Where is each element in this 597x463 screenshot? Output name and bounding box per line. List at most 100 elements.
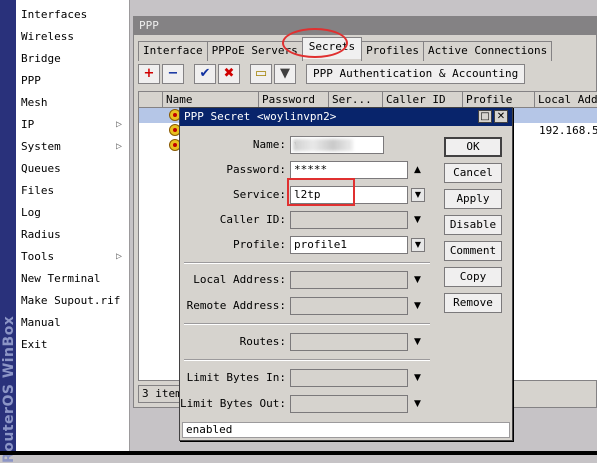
collapse-up-icon[interactable]: ▲ xyxy=(414,161,421,179)
divider xyxy=(184,359,430,361)
sidebar-item-label: Queues xyxy=(21,162,61,175)
password-label: Password: xyxy=(226,163,286,176)
sidebar-item-new-terminal[interactable]: New Terminal xyxy=(16,268,130,290)
comment-button[interactable]: Comment xyxy=(444,241,502,261)
name-row: Name: v xyxy=(180,136,436,154)
expand-down-icon[interactable]: ▼ xyxy=(414,395,421,413)
limit-in-row: Limit Bytes In: ▼ xyxy=(180,369,436,387)
sidebar-item-make-supout[interactable]: Make Supout.rif xyxy=(16,290,130,312)
sidebar-item-queues[interactable]: Queues xyxy=(16,158,130,180)
caller-id-input[interactable] xyxy=(290,211,408,229)
brand-logo: RouterOS WinBox xyxy=(1,315,17,463)
sidebar-item-wireless[interactable]: Wireless xyxy=(16,26,130,48)
ok-button[interactable]: OK xyxy=(444,137,502,157)
apply-button[interactable]: Apply xyxy=(444,189,502,209)
sidebar-item-tools[interactable]: Tools ▷ xyxy=(16,246,130,268)
minus-icon: − xyxy=(167,66,179,81)
restore-button[interactable]: □ xyxy=(478,110,492,123)
comment-button[interactable]: ▭ xyxy=(250,64,272,84)
expand-down-icon[interactable]: ▼ xyxy=(414,271,421,289)
profile-select[interactable]: profile1 xyxy=(290,236,408,254)
service-row: Service: l2tp ▼ xyxy=(180,186,436,204)
dialog-status: enabled xyxy=(182,422,510,438)
sidebar-item-label: Wireless xyxy=(21,30,74,43)
routes-input[interactable] xyxy=(290,333,408,351)
tab-profiles[interactable]: Profiles xyxy=(361,41,425,61)
divider xyxy=(184,262,430,264)
filter-button[interactable]: ▼ xyxy=(274,64,296,84)
expand-down-icon[interactable]: ▼ xyxy=(414,297,421,315)
sidebar-item-label: PPP xyxy=(21,74,41,87)
tab-active-connections[interactable]: Active Connections xyxy=(423,41,553,61)
ppp-toolbar: + − ✔ ✖ ▭ ▼ PPP Authentication & Accounting xyxy=(138,64,527,86)
screen-edge xyxy=(0,451,597,455)
column-header-caller-id[interactable]: Caller ID xyxy=(383,92,463,108)
caller-id-label: Caller ID: xyxy=(219,213,286,226)
column-header-local-address[interactable]: Local Addre xyxy=(535,92,597,108)
sidebar-item-system[interactable]: System ▷ xyxy=(16,136,130,158)
ppp-auth-accounting-button[interactable]: PPP Authentication & Accounting xyxy=(306,64,526,84)
sidebar-item-files[interactable]: Files xyxy=(16,180,130,202)
tab-secrets[interactable]: Secrets xyxy=(301,37,363,59)
routes-label: Routes: xyxy=(239,335,286,348)
column-header-profile[interactable]: Profile xyxy=(463,92,535,108)
dialog-title-bar: PPP Secret <woylinvpn2> □ ✕ xyxy=(180,108,512,126)
cell-local-address: 192.168.5.1 xyxy=(539,124,597,137)
sidebar-item-label: Interfaces xyxy=(21,8,88,21)
service-label: Service: xyxy=(233,188,286,201)
plus-icon: + xyxy=(143,66,155,81)
cancel-button[interactable]: Cancel xyxy=(444,163,502,183)
service-dropdown-icon[interactable]: ▼ xyxy=(411,188,425,202)
column-header-service[interactable]: Ser... xyxy=(329,92,383,108)
sidebar-item-bridge[interactable]: Bridge xyxy=(16,48,130,70)
expand-down-icon[interactable]: ▼ xyxy=(414,333,421,351)
password-input[interactable]: ***** xyxy=(290,161,408,179)
divider xyxy=(184,323,430,325)
sidebar-item-label: Bridge xyxy=(21,52,61,65)
copy-button[interactable]: Copy xyxy=(444,267,502,287)
disable-button[interactable]: ✖ xyxy=(218,64,240,84)
expand-down-icon[interactable]: ▼ xyxy=(414,211,421,229)
expand-down-icon[interactable]: ▼ xyxy=(414,369,421,387)
tab-pppoe-servers[interactable]: PPPoE Servers xyxy=(206,41,303,61)
add-button[interactable]: + xyxy=(138,64,160,84)
disable-button[interactable]: Disable xyxy=(444,215,502,235)
sidebar-item-ip[interactable]: IP ▷ xyxy=(16,114,130,136)
profile-dropdown-icon[interactable]: ▼ xyxy=(411,238,425,252)
remote-address-label: Remote Address: xyxy=(186,299,286,312)
column-header-name[interactable]: Name xyxy=(163,92,259,108)
limit-in-input[interactable] xyxy=(290,369,408,387)
tab-interface[interactable]: Interface xyxy=(138,41,208,61)
note-icon: ▭ xyxy=(254,66,268,81)
x-icon: ✖ xyxy=(223,66,235,81)
sidebar-item-ppp[interactable]: PPP xyxy=(16,70,130,92)
enable-button[interactable]: ✔ xyxy=(194,64,216,84)
sidebar-item-label: New Terminal xyxy=(21,272,101,285)
remove-button[interactable]: Remove xyxy=(444,293,502,313)
limit-out-input[interactable] xyxy=(290,395,408,413)
sidebar-menu: Interfaces Wireless Bridge PPP Mesh IP ▷ … xyxy=(16,4,130,356)
sidebar-item-label: Log xyxy=(21,206,41,219)
close-button[interactable]: ✕ xyxy=(494,110,508,123)
name-label: Name: xyxy=(252,138,286,151)
column-header-flag[interactable] xyxy=(139,92,163,108)
sidebar-item-label: Tools xyxy=(21,250,55,263)
column-header-password[interactable]: Password xyxy=(259,92,329,108)
limit-out-row: Limit Bytes Out: ▼ xyxy=(180,395,436,413)
sidebar-item-interfaces[interactable]: Interfaces xyxy=(16,4,130,26)
filter-icon: ▼ xyxy=(280,66,290,81)
service-select[interactable]: l2tp xyxy=(290,186,408,204)
sidebar-item-label: Make Supout.rif xyxy=(21,294,121,307)
sidebar-item-radius[interactable]: Radius xyxy=(16,224,130,246)
sidebar-item-mesh[interactable]: Mesh xyxy=(16,92,130,114)
close-icon: ✕ xyxy=(496,111,506,122)
sidebar-item-label: Files xyxy=(21,184,55,197)
remove-button[interactable]: − xyxy=(162,64,184,84)
local-address-input[interactable] xyxy=(290,271,408,289)
remote-address-input[interactable] xyxy=(290,297,408,315)
restore-icon: □ xyxy=(480,111,490,122)
sidebar-item-log[interactable]: Log xyxy=(16,202,130,224)
local-address-label: Local Address: xyxy=(193,273,286,286)
sidebar-item-manual[interactable]: Manual xyxy=(16,312,130,334)
sidebar-item-exit[interactable]: Exit xyxy=(16,334,130,356)
